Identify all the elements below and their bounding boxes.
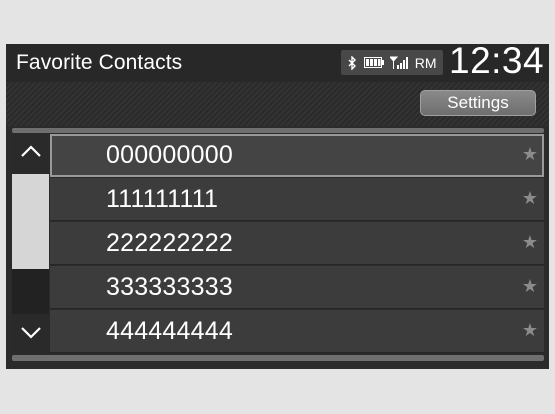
list-bottom-divider xyxy=(12,355,544,361)
page-title: Favorite Contacts xyxy=(16,51,183,74)
star-icon: ★ xyxy=(521,144,538,164)
signal-icon xyxy=(390,56,409,69)
star-icon: ★ xyxy=(521,232,538,252)
contact-number: 333333333 xyxy=(106,273,233,301)
scroll-up-button[interactable] xyxy=(12,134,49,172)
scroll-thumb[interactable] xyxy=(12,174,49,269)
contact-row[interactable]: 222222222 ★ xyxy=(50,222,544,265)
chevron-up-icon xyxy=(20,144,42,163)
star-icon: ★ xyxy=(521,276,538,296)
scroll-track[interactable] xyxy=(12,174,49,314)
chevron-down-icon xyxy=(20,326,42,345)
scroll-down-button[interactable] xyxy=(12,316,49,354)
infotainment-screen: Favorite Contacts RM 12:34 Settings 0000… xyxy=(6,44,549,369)
scrollbar[interactable] xyxy=(12,134,49,354)
contact-number: 111111111 xyxy=(106,185,219,213)
settings-button[interactable]: Settings xyxy=(420,90,536,116)
star-icon: ★ xyxy=(521,188,538,208)
status-indicators: RM xyxy=(341,50,443,75)
contact-row[interactable]: 333333333 ★ xyxy=(50,266,544,309)
contact-row[interactable]: 444444444 ★ xyxy=(50,310,544,353)
contact-number: 444444444 xyxy=(106,317,233,345)
clock: 12:34 xyxy=(449,44,545,81)
list-top-divider xyxy=(12,128,544,133)
contact-row[interactable]: 000000000 ★ xyxy=(50,134,544,177)
roaming-indicator: RM xyxy=(414,54,437,71)
contact-row[interactable]: 111111111 ★ xyxy=(50,178,544,221)
header-bar: Favorite Contacts RM 12:34 xyxy=(6,44,549,82)
star-icon: ★ xyxy=(521,320,538,340)
contact-number: 222222222 xyxy=(106,229,233,257)
contact-number: 000000000 xyxy=(106,141,233,169)
battery-icon xyxy=(363,57,384,68)
favorite-contacts-list: 000000000 ★ 111111111 ★ 222222222 ★ 3333… xyxy=(50,134,544,355)
bluetooth-icon xyxy=(347,55,357,70)
